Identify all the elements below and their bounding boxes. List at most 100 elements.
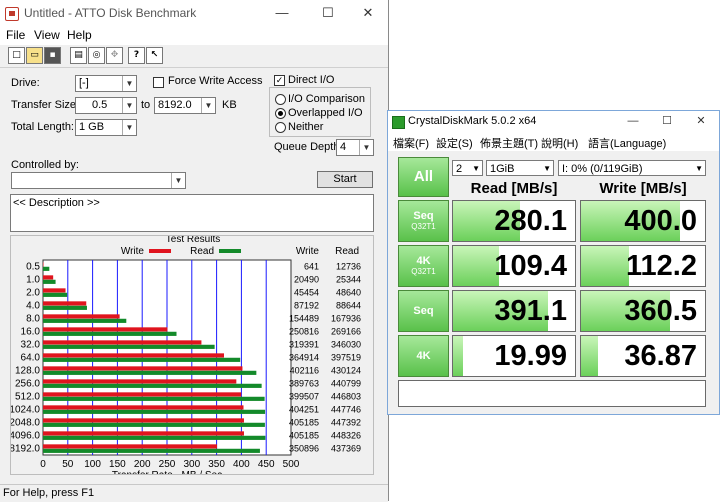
write-value: 350896 [289, 443, 319, 453]
print-preview-icon[interactable]: ◎ [88, 47, 105, 64]
y-tick-label: 4096.0 [11, 430, 40, 441]
menu-file[interactable]: File [6, 28, 25, 42]
test-button-0[interactable]: Seq Q32T1 [398, 200, 449, 242]
cdm-maximize-button[interactable]: ☐ [650, 111, 684, 133]
write-bar [43, 418, 244, 423]
write-bar [43, 314, 120, 319]
transfer-size-from-select[interactable]: 0.5 ▼ [75, 97, 137, 114]
cdm-app-icon [392, 116, 405, 129]
transfer-size-to-select[interactable]: 8192.0 ▼ [154, 97, 216, 114]
menu-help[interactable]: Help [67, 28, 92, 42]
write-result-1: 112.2 [580, 245, 706, 287]
close-button[interactable]: ✕ [348, 0, 388, 27]
neither-radio[interactable] [275, 122, 286, 133]
total-length-select[interactable]: 1 GB ▼ [75, 119, 137, 136]
read-meter-1 [453, 246, 500, 286]
read-value: 437369 [331, 443, 361, 453]
comment-field[interactable] [398, 380, 706, 407]
test-button-3[interactable]: 4K [398, 335, 449, 377]
cdm-menu-language[interactable]: 語言(Language) [588, 135, 666, 151]
test-label: 4K [416, 350, 431, 362]
status-bar: For Help, press F1 [0, 484, 388, 502]
test-button-1[interactable]: 4K Q32T1 [398, 245, 449, 287]
read-value: 167936 [331, 313, 361, 323]
overlapped-io-radio[interactable] [275, 108, 286, 119]
read-value: 25344 [336, 274, 361, 284]
size-select[interactable]: 1GiB ▼ [486, 160, 554, 176]
io-comparison-radio[interactable] [275, 94, 286, 105]
y-tick-label: 0.5 [26, 261, 40, 272]
maximize-button[interactable]: ☐ [308, 0, 348, 27]
x-tick-label: 300 [183, 459, 200, 470]
x-tick-label: 100 [84, 459, 101, 470]
write-value: 154489 [289, 313, 319, 323]
cdm-menu-theme[interactable]: 佈景主題(T) [480, 135, 538, 151]
read-value: 48640 [336, 287, 361, 297]
about-icon[interactable]: ? [128, 47, 145, 64]
chevron-down-icon: ▼ [695, 164, 703, 173]
force-write-checkbox[interactable] [153, 77, 164, 88]
start-button[interactable]: Start [317, 171, 373, 188]
open-icon[interactable]: ▭ [26, 47, 43, 64]
print-icon[interactable]: ▤ [70, 47, 87, 64]
write-bar [43, 431, 244, 436]
io-comparison-label: I/O Comparison [288, 93, 366, 105]
controlled-by-label: Controlled by: [11, 159, 79, 171]
write-value: 405185 [289, 430, 319, 440]
read-value: 448326 [331, 430, 361, 440]
write-bar [43, 353, 224, 358]
read-bar [43, 383, 262, 388]
test-sublabel: Q32T1 [411, 222, 436, 231]
cdm-window: CrystalDiskMark 5.0.2 x64 — ☐ ✕ 檔案(F) 設定… [387, 110, 720, 415]
neither-label: Neither [288, 121, 324, 133]
queue-depth-select[interactable]: 4 ▼ [336, 139, 374, 156]
move-icon[interactable]: ✥ [106, 47, 123, 64]
drive-select-cdm[interactable]: I: 0% (0/119GiB) ▼ [558, 160, 706, 176]
y-tick-label: 8192.0 [11, 443, 40, 454]
cdm-menu-help[interactable]: 說明(H) [541, 135, 578, 151]
write-bar [43, 288, 66, 293]
write-bar [43, 262, 44, 267]
cdm-close-button[interactable]: ✕ [684, 111, 718, 133]
cdm-minimize-button[interactable]: — [616, 111, 650, 133]
read-value: 269166 [331, 326, 361, 336]
kb-label: KB [222, 99, 237, 111]
direct-io-checkbox[interactable]: ✓ [274, 75, 285, 86]
cdm-title-text: CrystalDiskMark 5.0.2 x64 [408, 115, 537, 127]
read-bar [43, 396, 265, 401]
all-button[interactable]: All [398, 157, 449, 197]
minimize-button[interactable]: — [262, 0, 302, 27]
cdm-menu-settings[interactable]: 設定(S) [436, 135, 473, 151]
controlled-by-select[interactable]: ▼ [11, 172, 186, 189]
legend-write-swatch [149, 249, 171, 253]
save-icon[interactable]: ▪ [44, 47, 61, 64]
status-text: For Help, press F1 [3, 487, 95, 499]
y-tick-label: 32.0 [21, 339, 41, 350]
test-button-2[interactable]: Seq [398, 290, 449, 332]
write-value-0: 400.0 [624, 205, 697, 237]
drive-select[interactable]: [-] ▼ [75, 75, 137, 92]
x-tick-label: 200 [134, 459, 151, 470]
y-tick-label: 128.0 [15, 365, 40, 376]
read-bar [43, 422, 265, 427]
legend-read-label: Read [190, 246, 214, 257]
x-tick-label: 0 [40, 459, 46, 470]
read-bar [43, 292, 68, 297]
read-bar [43, 305, 87, 310]
count-select[interactable]: 2 ▼ [452, 160, 483, 176]
chevron-down-icon: ▼ [122, 76, 136, 91]
write-bar [43, 379, 237, 384]
read-value-0: 280.1 [494, 205, 567, 237]
write-meter-1 [581, 246, 630, 286]
description-field[interactable]: << Description >> [10, 194, 374, 232]
menu-view[interactable]: View [34, 28, 60, 42]
write-value-3: 36.87 [624, 340, 697, 372]
write-bar [43, 366, 243, 371]
write-bar [43, 405, 244, 410]
help-pointer-icon[interactable]: ↖ [146, 47, 163, 64]
to-label: to [141, 99, 151, 111]
write-bar [43, 327, 168, 332]
cdm-menu-file[interactable]: 檔案(F) [393, 135, 429, 151]
new-icon[interactable]: □ [8, 47, 25, 64]
atto-titlebar: Untitled - ATTO Disk Benchmark — ☐ ✕ [0, 0, 388, 27]
